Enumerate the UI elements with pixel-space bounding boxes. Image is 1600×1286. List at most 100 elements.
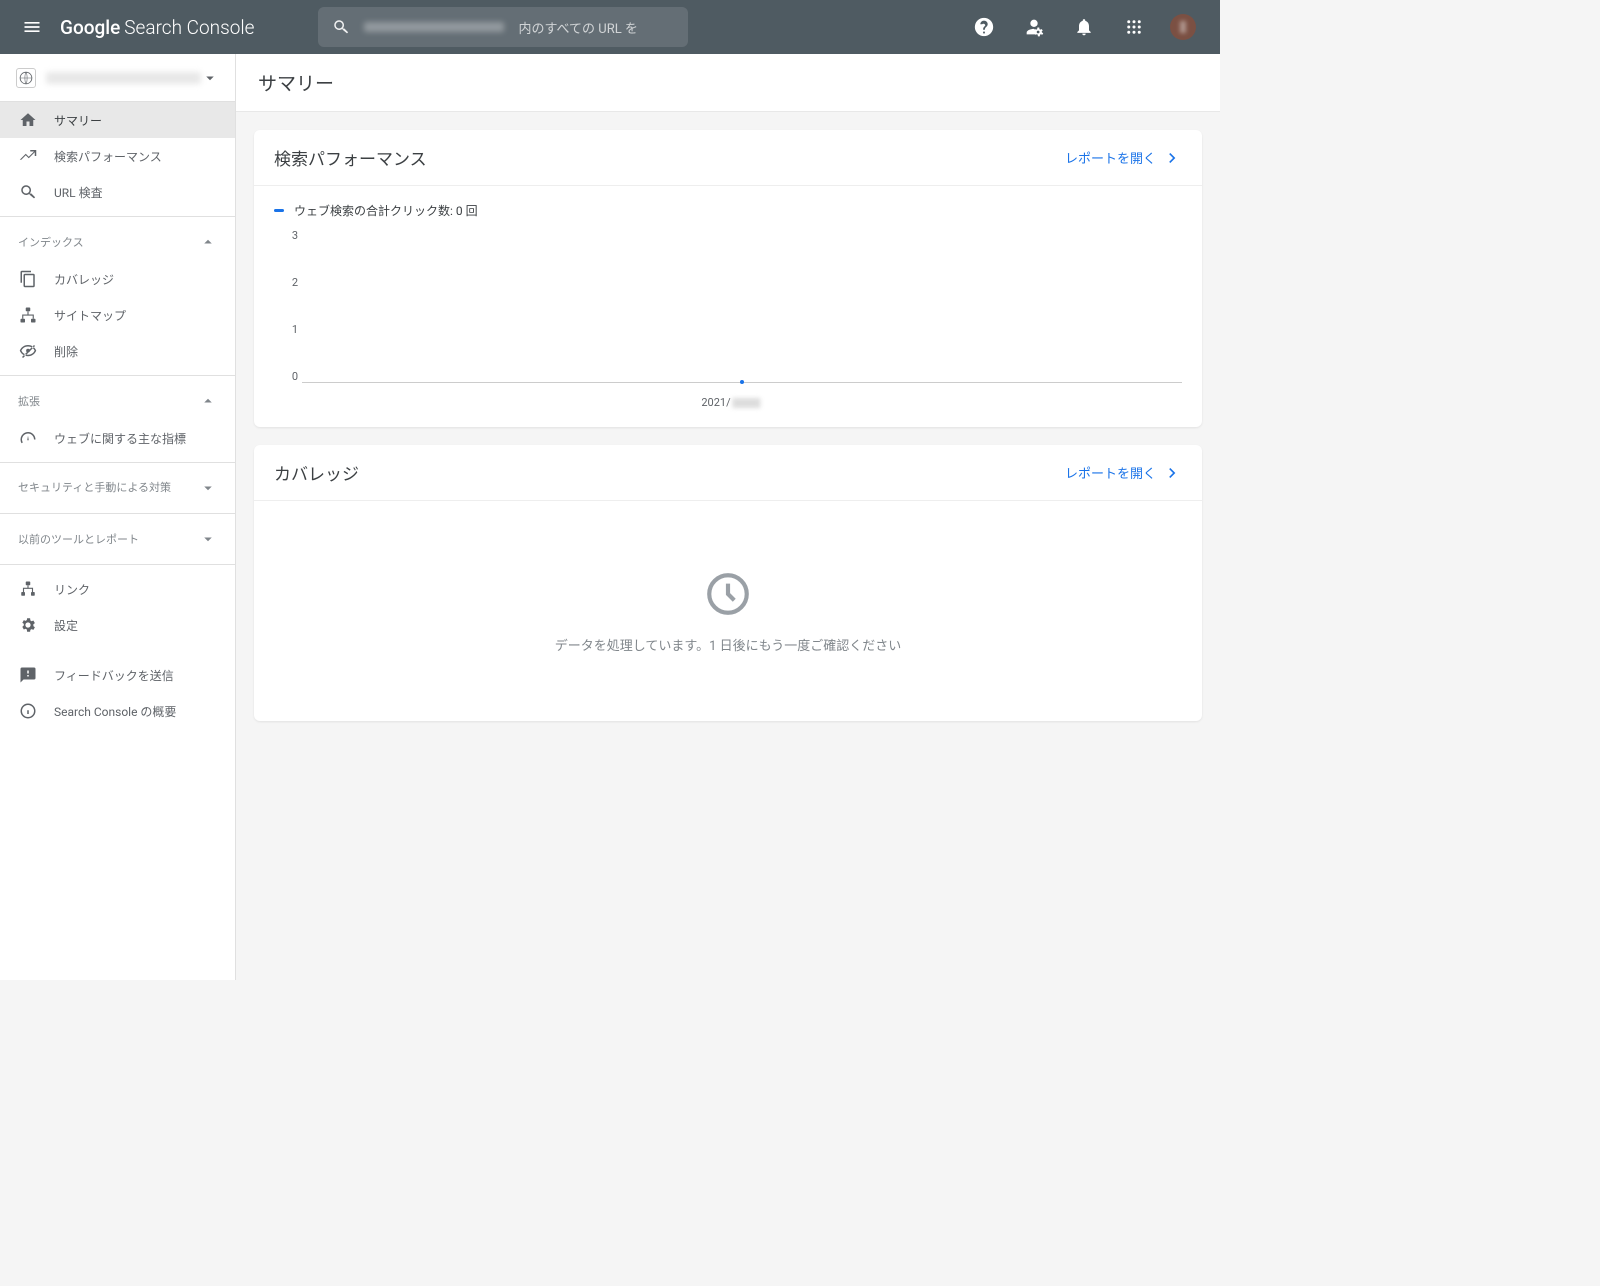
sidebar-item-label: フィードバックを送信	[54, 667, 174, 684]
info-icon	[18, 702, 38, 720]
help-button[interactable]	[970, 13, 998, 41]
chevron-right-icon	[1162, 463, 1182, 483]
clock-icon	[703, 569, 753, 619]
sidebar-section-legacy[interactable]: 以前のツールとレポート	[0, 520, 235, 558]
search-property-blur	[364, 22, 504, 32]
sidebar-item-about[interactable]: Search Console の概要	[0, 693, 235, 729]
person-gear-icon	[1023, 16, 1045, 38]
divider	[0, 513, 235, 514]
search-icon	[332, 18, 350, 36]
legend-color-dash	[274, 209, 284, 212]
sidebar-item-label: 削除	[54, 343, 78, 360]
sidebar-item-sitemaps[interactable]: サイトマップ	[0, 297, 235, 333]
logo-google: Google	[60, 16, 120, 39]
sidebar-item-performance[interactable]: 検索パフォーマンス	[0, 138, 235, 174]
hamburger-menu-button[interactable]	[14, 9, 50, 45]
y-tick: 2	[292, 276, 298, 289]
chevron-down-icon	[199, 479, 217, 497]
speedometer-icon	[18, 429, 38, 447]
performance-card: 検索パフォーマンス レポートを開く ウェブ検索の合計クリック数: 0 回 3	[254, 130, 1202, 427]
avatar-blur	[1180, 21, 1186, 33]
sidebar-item-label: 検索パフォーマンス	[54, 148, 162, 165]
search-icon	[18, 183, 38, 201]
x-tick-blur	[733, 398, 761, 408]
x-axis-label: 2021/	[701, 396, 760, 409]
chevron-up-icon	[199, 392, 217, 410]
chevron-right-icon	[1162, 148, 1182, 168]
x-tick-year: 2021/	[701, 396, 730, 409]
section-label: 拡張	[18, 393, 40, 409]
users-button[interactable]	[1020, 13, 1048, 41]
card-title: 検索パフォーマンス	[274, 145, 427, 170]
gear-icon	[18, 616, 38, 634]
help-icon	[973, 16, 995, 38]
y-axis: 3 2 1 0	[280, 229, 298, 383]
sidebar-item-settings[interactable]: 設定	[0, 607, 235, 643]
link-label: レポートを開く	[1065, 463, 1156, 482]
divider	[0, 216, 235, 217]
chevron-down-icon	[201, 69, 219, 87]
account-avatar[interactable]	[1170, 14, 1196, 40]
data-point	[740, 380, 744, 384]
sidebar-item-links[interactable]: リンク	[0, 571, 235, 607]
sidebar: サマリー 検索パフォーマンス URL 検査 インデックス カバレッジ サイトマッ…	[0, 54, 236, 980]
chevron-down-icon	[199, 530, 217, 548]
sidebar-item-url-inspect[interactable]: URL 検査	[0, 174, 235, 210]
performance-chart: 3 2 1 0 2021/	[280, 229, 1182, 409]
property-selector[interactable]	[0, 54, 235, 102]
section-label: 以前のツールとレポート	[18, 531, 139, 547]
section-label: インデックス	[18, 234, 84, 250]
section-label: セキュリティと手動による対策	[18, 481, 171, 495]
feedback-icon	[18, 666, 38, 684]
sidebar-item-label: カバレッジ	[54, 271, 114, 288]
link-label: レポートを開く	[1065, 148, 1156, 167]
url-search-input[interactable]: 内のすべての URL を	[318, 7, 688, 47]
sidebar-item-label: サイトマップ	[54, 307, 126, 324]
pages-icon	[18, 270, 38, 288]
divider	[0, 375, 235, 376]
globe-icon	[16, 68, 36, 88]
sidebar-item-label: URL 検査	[54, 184, 103, 201]
card-title: カバレッジ	[274, 460, 359, 485]
search-hint: 内のすべての URL を	[518, 18, 637, 37]
coverage-card: カバレッジ レポートを開く データを処理しています。1 日後にもう一度ご確認くだ…	[254, 445, 1202, 721]
visibility-off-icon	[18, 342, 38, 360]
page-title: サマリー	[236, 54, 1220, 112]
coverage-message: データを処理しています。1 日後にもう一度ご確認ください	[555, 635, 901, 654]
trending-icon	[18, 147, 38, 165]
sidebar-item-coverage[interactable]: カバレッジ	[0, 261, 235, 297]
chart-legend: ウェブ検索の合計クリック数: 0 回	[274, 202, 1182, 219]
sidebar-item-removals[interactable]: 削除	[0, 333, 235, 369]
divider	[0, 564, 235, 565]
sidebar-section-enhance[interactable]: 拡張	[0, 382, 235, 420]
sidebar-section-security[interactable]: セキュリティと手動による対策	[0, 469, 235, 507]
logo-app-name: Search Console	[124, 16, 254, 39]
sidebar-section-index[interactable]: インデックス	[0, 223, 235, 261]
open-report-link[interactable]: レポートを開く	[1065, 148, 1182, 168]
open-report-link[interactable]: レポートを開く	[1065, 463, 1182, 483]
bell-icon	[1074, 17, 1094, 37]
apps-button[interactable]	[1120, 13, 1148, 41]
home-icon	[18, 111, 38, 129]
sidebar-item-label: 設定	[54, 617, 78, 634]
sidebar-item-label: Search Console の概要	[54, 703, 176, 720]
apps-grid-icon	[1125, 18, 1143, 36]
notifications-button[interactable]	[1070, 13, 1098, 41]
sitemap-icon	[18, 306, 38, 324]
sidebar-item-feedback[interactable]: フィードバックを送信	[0, 657, 235, 693]
legend-label: ウェブ検索の合計クリック数: 0 回	[294, 202, 478, 219]
link-icon	[18, 580, 38, 598]
chevron-up-icon	[199, 233, 217, 251]
sidebar-item-label: リンク	[54, 581, 90, 598]
y-tick: 1	[292, 323, 298, 336]
sidebar-item-label: サマリー	[54, 112, 102, 129]
sidebar-item-label: ウェブに関する主な指標	[54, 430, 186, 447]
sidebar-item-cwv[interactable]: ウェブに関する主な指標	[0, 420, 235, 456]
menu-icon	[22, 17, 42, 37]
y-tick: 3	[292, 229, 298, 242]
plot-area	[302, 229, 1182, 383]
property-name-blur	[46, 72, 201, 84]
divider	[0, 462, 235, 463]
sidebar-item-summary[interactable]: サマリー	[0, 102, 235, 138]
app-logo: Google Search Console	[60, 16, 254, 39]
